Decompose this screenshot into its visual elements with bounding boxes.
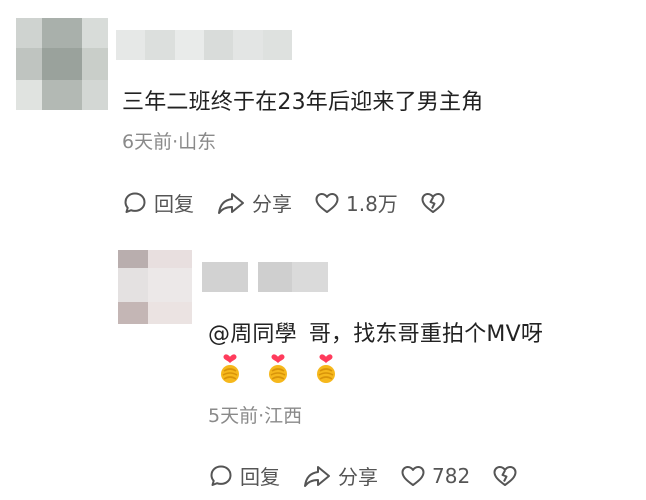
reply-meta: 5天前·江西 <box>208 405 303 427</box>
reply-share-button[interactable]: 分享 <box>302 461 378 490</box>
reply-reply-button[interactable]: 回复 <box>208 461 280 490</box>
share-button[interactable]: 分享 <box>216 188 292 217</box>
share-arrow-icon <box>304 465 330 487</box>
avatar[interactable] <box>16 18 108 110</box>
reply-reply-label: 回复 <box>240 465 280 489</box>
username[interactable] <box>116 30 292 60</box>
comment-text: 三年二班终于在23年后迎来了男主角 <box>122 90 484 115</box>
finger-heart-emoji-icon <box>317 354 335 383</box>
reply-button[interactable]: 回复 <box>122 188 194 217</box>
emoji-row <box>215 354 359 384</box>
reply-username[interactable] <box>202 262 328 292</box>
heart-icon <box>401 465 425 486</box>
share-arrow-icon <box>218 192 244 214</box>
reply-dislike-button[interactable] <box>492 463 518 489</box>
like-count: 1.8万 <box>346 192 398 216</box>
like-button[interactable]: 1.8万 <box>314 188 398 217</box>
reply-share-label: 分享 <box>338 465 378 489</box>
reply-text-line: @周同學 哥，找东哥重拍个MV呀 <box>208 316 543 348</box>
reply-label: 回复 <box>154 192 194 216</box>
comment-actions: 回复 分享 1.8万 <box>122 188 468 217</box>
reply-like-count: 782 <box>432 463 471 488</box>
finger-heart-emoji-icon <box>221 354 239 383</box>
reply-actions: 回复 分享 782 <box>208 461 540 490</box>
dislike-button[interactable] <box>420 190 446 216</box>
reply-text: 哥，找东哥重拍个MV呀 <box>308 322 544 347</box>
comment-meta: 6天前·山东 <box>122 131 217 153</box>
mention-link[interactable]: @周同學 <box>208 322 297 347</box>
broken-heart-icon <box>421 192 445 213</box>
broken-heart-icon <box>493 465 517 486</box>
reply-bubble-icon <box>210 465 232 486</box>
share-label: 分享 <box>252 192 292 216</box>
reply-like-button[interactable]: 782 <box>400 463 470 489</box>
finger-heart-emoji-icon <box>269 354 287 383</box>
reply-avatar[interactable] <box>118 250 192 324</box>
heart-icon <box>315 192 339 213</box>
reply-bubble-icon <box>124 192 146 213</box>
